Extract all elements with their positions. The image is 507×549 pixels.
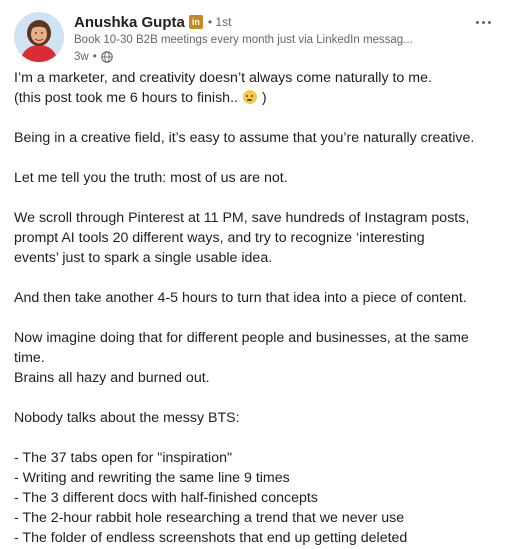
post-line: And then take another 4-5 hours to turn … — [14, 290, 467, 306]
bullet-item: - The 37 tabs open for "inspiration" — [14, 450, 233, 466]
bullet-item: - Writing and rewriting the same line 9 … — [14, 470, 290, 486]
post-header: Anushka Gupta in • 1st Book 10-30 B2B me… — [14, 12, 493, 64]
avatar-photo-icon — [14, 12, 64, 62]
post-line: events’ just to spark a single usable id… — [14, 250, 273, 266]
more-options-button[interactable] — [469, 14, 497, 30]
post-line: We scroll through Pinterest at 11 PM, sa… — [14, 210, 470, 226]
post-line-text: (this post took me 6 hours to finish.. — [14, 90, 238, 106]
more-dot-icon — [481, 20, 485, 24]
post-line: Brains all hazy and burned out. — [14, 370, 210, 386]
globe-icon — [100, 51, 113, 63]
post-line: Being in a creative field, it’s easy to … — [14, 130, 475, 146]
post-line: Let me tell you the truth: most of us ar… — [14, 170, 288, 186]
connection-degree: • 1st — [207, 15, 232, 29]
post-line: prompt AI tools 20 different ways, and t… — [14, 230, 425, 246]
post-line: Nobody talks about the messy BTS: — [14, 410, 240, 426]
bullet-item: - The 3 different docs with half-finishe… — [14, 490, 318, 506]
bullet-item: - The 2-hour rabbit hole researching a t… — [14, 510, 405, 526]
melting-face-emoji-icon — [242, 90, 257, 104]
linkedin-premium-badge-icon: in — [188, 15, 203, 29]
author-headline[interactable]: Book 10-30 B2B meetings every month just… — [74, 32, 449, 49]
author-name[interactable]: Anushka Gupta — [74, 14, 185, 31]
author-meta: Anushka Gupta in • 1st Book 10-30 B2B me… — [74, 12, 463, 65]
post-line-text: ) — [261, 90, 267, 106]
post-time-row: 3w • — [74, 49, 463, 65]
linkedin-post-card: Anushka Gupta in • 1st Book 10-30 B2B me… — [0, 0, 507, 549]
post-line: time. — [14, 350, 45, 366]
post-time: 3w — [74, 51, 89, 63]
author-name-row: Anushka Gupta in • 1st — [74, 12, 463, 32]
more-dot-icon — [475, 20, 479, 24]
post-body: I’m a marketer, and creativity doesn’t a… — [14, 68, 498, 548]
post-line: (this post took me 6 hours to finish.. ) — [14, 88, 498, 108]
post-line: Now imagine doing that for different peo… — [14, 330, 469, 346]
author-avatar[interactable] — [14, 12, 64, 62]
time-separator: • — [92, 51, 97, 63]
more-dot-icon — [487, 20, 491, 24]
bullet-item: - The folder of endless screenshots that… — [14, 530, 408, 546]
post-line: I’m a marketer, and creativity doesn’t a… — [14, 70, 432, 86]
